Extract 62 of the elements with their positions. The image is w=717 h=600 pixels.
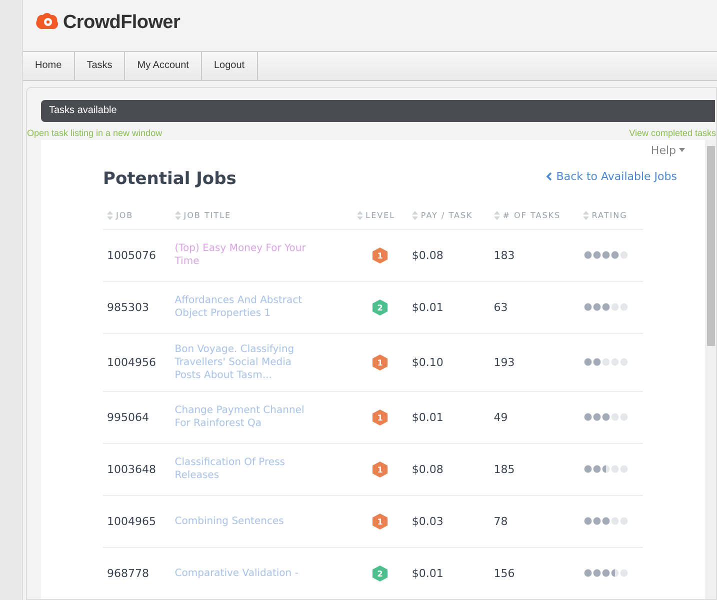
pay-cell: $0.01 xyxy=(408,391,490,443)
level-badge: 1 xyxy=(372,354,388,370)
nav-tab[interactable]: Home xyxy=(23,52,75,80)
job-title-link[interactable]: Bon Voyage. Classifying Travellers' Social Media Posts About Tasm... xyxy=(174,342,320,382)
sort-icon[interactable] xyxy=(582,211,589,220)
pay-cell: $0.03 xyxy=(408,495,490,547)
open-listing-link[interactable]: Open task listing in a new window xyxy=(27,128,162,138)
sort-icon[interactable] xyxy=(494,211,500,220)
job-title-link[interactable]: Classification Of Press Releases xyxy=(174,456,320,482)
pay-cell: $0.01 xyxy=(408,281,490,333)
sort-icon[interactable] xyxy=(412,211,418,220)
pay-cell: $0.08 xyxy=(408,229,490,281)
pay-cell: $0.08 xyxy=(408,443,490,495)
job-id-cell: 1005076 xyxy=(103,229,171,281)
job-id-cell: 995064 xyxy=(103,391,171,443)
job-title-link[interactable]: Change Payment Channel For Rainforest Qa xyxy=(174,404,320,430)
job-title-link[interactable]: Affordances And Abstract Object Properties 1 xyxy=(174,294,320,320)
task-count-cell: 78 xyxy=(490,495,579,547)
column-header[interactable]: # OF TASKS xyxy=(490,202,579,229)
job-title-link[interactable]: Comparative Validation - xyxy=(174,566,320,580)
caret-icon xyxy=(679,148,685,152)
chevron-left-icon xyxy=(546,172,552,180)
job-id-cell: 985303 xyxy=(103,281,171,333)
scrollbar[interactable] xyxy=(705,140,716,599)
pay-cell: $0.10 xyxy=(408,333,490,391)
task-count-cell: 63 xyxy=(490,281,579,333)
sort-icon[interactable] xyxy=(107,211,113,220)
task-count-cell: 193 xyxy=(490,333,579,391)
column-header[interactable]: LEVEL xyxy=(352,202,408,229)
nav-tab[interactable]: Tasks xyxy=(74,52,126,80)
column-header[interactable]: JOB TITLE xyxy=(170,202,353,229)
task-count-cell: 49 xyxy=(490,391,579,443)
sort-icon[interactable] xyxy=(174,211,181,220)
level-badge: 1 xyxy=(372,408,388,426)
nav-tab[interactable]: Logout xyxy=(202,52,258,80)
nav-tab[interactable]: My Account xyxy=(125,52,202,80)
task-count-cell: 185 xyxy=(490,443,579,495)
job-id-cell: 1004956 xyxy=(103,333,171,391)
flower-logo-icon xyxy=(35,12,59,32)
page-heading: Potential Jobs xyxy=(103,168,236,188)
level-badge: 1 xyxy=(372,246,388,264)
level-badge: 1 xyxy=(372,512,388,530)
job-title-link[interactable]: Combining Sentences xyxy=(174,514,320,528)
job-id-cell: 1003648 xyxy=(103,443,171,495)
task-count-cell: 183 xyxy=(490,229,579,281)
level-badge: 1 xyxy=(372,460,388,478)
job-id-cell: 968778 xyxy=(103,547,171,599)
task-count-cell: 156 xyxy=(490,547,579,599)
help-menu[interactable]: Help xyxy=(650,144,685,156)
sort-icon[interactable] xyxy=(356,211,363,220)
job-id-cell: 1004965 xyxy=(103,495,171,547)
panel-title-bar: Tasks available xyxy=(41,100,715,122)
column-header[interactable]: RATING xyxy=(578,202,643,229)
column-header[interactable]: PAY / TASK xyxy=(408,202,490,229)
level-badge: 2 xyxy=(372,564,388,582)
column-header[interactable]: JOB xyxy=(103,202,171,229)
logo-text: CrowdFlower xyxy=(63,12,180,34)
back-link[interactable]: Back to Available Jobs xyxy=(546,170,677,182)
completed-tasks-link[interactable]: View completed tasks xyxy=(629,128,716,138)
pay-cell: $0.01 xyxy=(408,547,490,599)
level-badge: 2 xyxy=(372,298,388,316)
job-title-link[interactable]: (Top) Easy Money For Your Time xyxy=(174,242,320,268)
